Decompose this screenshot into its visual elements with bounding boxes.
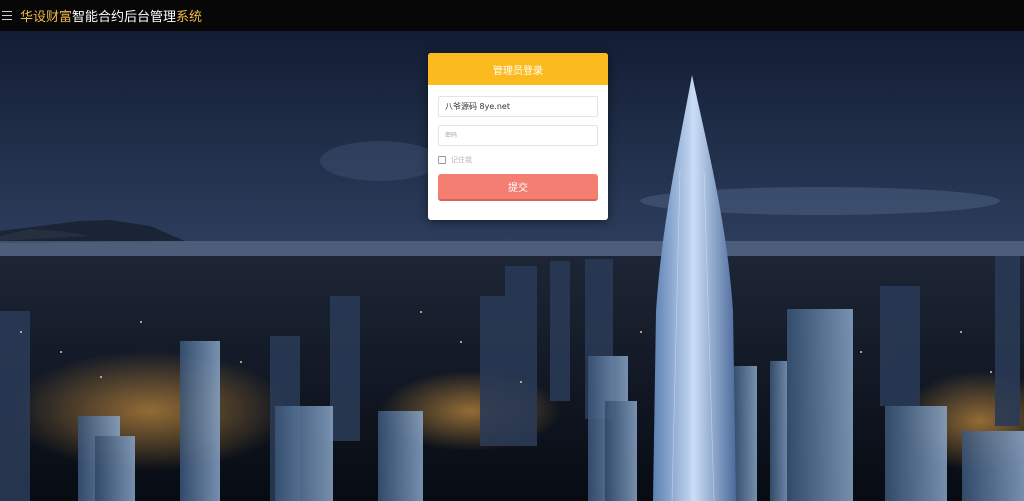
brand-part-3: 系统 (176, 10, 203, 25)
brand-part-2: 智能合约后台管理 (72, 10, 177, 25)
remember-label: 记住我 (451, 156, 472, 164)
remember-me[interactable]: 记住我 (438, 155, 472, 165)
password-input[interactable] (438, 125, 598, 146)
app-title: 华设财富智能合约后台管理系统 (20, 6, 202, 25)
remember-checkbox[interactable] (438, 156, 446, 164)
username-input[interactable] (438, 96, 598, 117)
hamburger-icon[interactable] (2, 9, 12, 23)
top-bar: 华设财富智能合约后台管理系统 (0, 0, 1024, 31)
submit-button[interactable]: 提交 (438, 174, 598, 201)
login-title: 管理员登录 (428, 53, 608, 85)
login-card: 管理员登录 记住我 提交 (428, 53, 608, 220)
brand-part-1: 华设财富 (20, 10, 73, 25)
